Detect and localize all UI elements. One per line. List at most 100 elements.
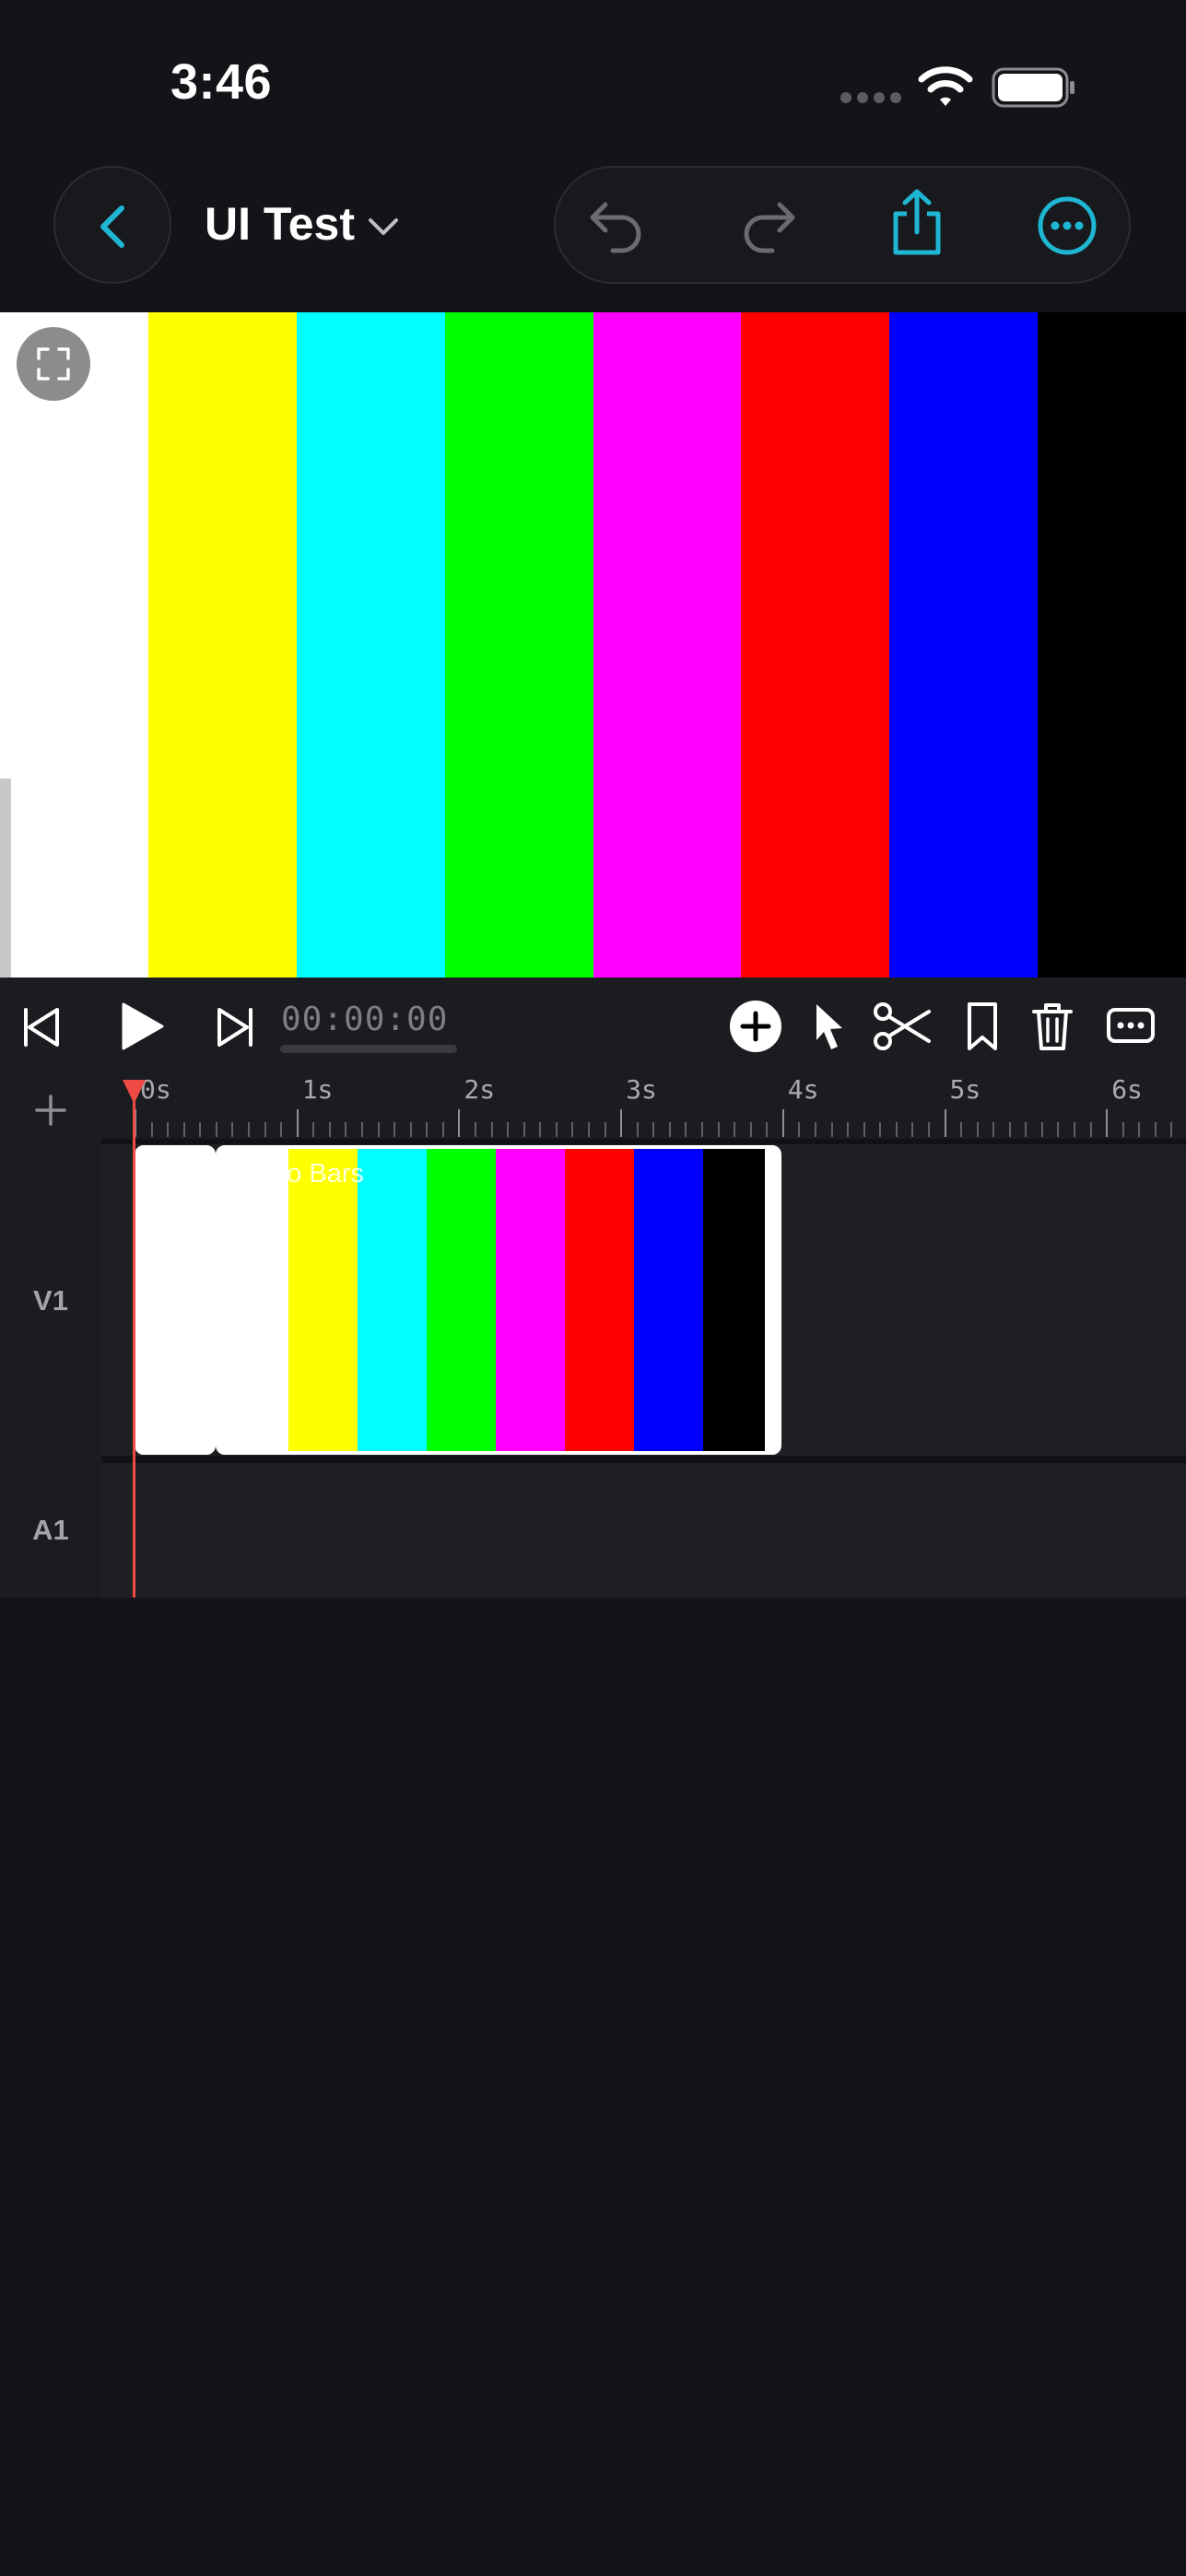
ruler-minor-tick bbox=[312, 1122, 315, 1137]
step-back-icon[interactable] bbox=[20, 1004, 66, 1050]
ruler-minor-tick bbox=[587, 1122, 590, 1137]
fullscreen-icon bbox=[37, 347, 70, 381]
ruler-minor-tick bbox=[749, 1122, 752, 1137]
playhead[interactable] bbox=[133, 1085, 135, 1598]
ruler-minor-tick bbox=[247, 1122, 250, 1137]
ruler-minor-tick bbox=[847, 1122, 850, 1137]
ruler-minor-tick bbox=[1170, 1122, 1173, 1137]
ruler-minor-tick bbox=[814, 1122, 816, 1137]
share-button[interactable] bbox=[866, 168, 968, 282]
redo-icon bbox=[744, 202, 795, 253]
ruler-minor-tick bbox=[280, 1122, 283, 1137]
ruler-minor-tick bbox=[409, 1122, 412, 1137]
ruler-minor-tick bbox=[393, 1122, 396, 1137]
chevron-left-icon bbox=[100, 205, 124, 248]
project-title[interactable]: UI Test bbox=[205, 197, 355, 251]
add-track-button[interactable] bbox=[28, 1087, 74, 1133]
back-button[interactable] bbox=[53, 166, 171, 284]
wifi-icon bbox=[918, 66, 973, 106]
redo-button[interactable] bbox=[717, 168, 818, 282]
ruler-minor-tick bbox=[231, 1122, 234, 1137]
ruler-label: 6s bbox=[1111, 1074, 1143, 1105]
audio-track-a1[interactable] bbox=[101, 1463, 1186, 1598]
video-clip[interactable] bbox=[216, 1145, 781, 1455]
color-bar bbox=[1038, 312, 1186, 978]
more-options-button[interactable] bbox=[1016, 168, 1118, 282]
ruler-minor-tick bbox=[717, 1122, 720, 1137]
undo-button[interactable] bbox=[567, 168, 668, 282]
chevron-down-icon[interactable] bbox=[365, 208, 402, 245]
ruler-minor-tick bbox=[1089, 1122, 1092, 1137]
preview-edge bbox=[0, 779, 11, 978]
ruler-minor-tick bbox=[328, 1122, 331, 1137]
timecode: 00:00:00 bbox=[281, 1001, 449, 1038]
track-label-v1: V1 bbox=[33, 1284, 68, 1317]
action-group bbox=[554, 166, 1131, 284]
ruler-major-tick bbox=[944, 1109, 946, 1137]
ruler-minor-tick bbox=[1154, 1122, 1157, 1137]
more-icon bbox=[1038, 196, 1097, 255]
ruler-minor-tick bbox=[1121, 1122, 1124, 1137]
clip-trim-handle-right[interactable] bbox=[765, 1149, 778, 1451]
ruler-minor-tick bbox=[1008, 1122, 1011, 1137]
undo-icon bbox=[590, 202, 641, 253]
ruler-minor-tick bbox=[1057, 1122, 1060, 1137]
ruler-minor-tick bbox=[1138, 1122, 1141, 1137]
ruler-minor-tick bbox=[345, 1122, 347, 1137]
trash-icon[interactable] bbox=[1030, 1001, 1074, 1052]
ruler-minor-tick bbox=[1025, 1122, 1027, 1137]
ruler-minor-tick bbox=[960, 1122, 963, 1137]
ruler-minor-tick bbox=[377, 1122, 380, 1137]
ruler-major-tick bbox=[781, 1109, 784, 1137]
add-icon[interactable] bbox=[728, 999, 783, 1054]
video-preview[interactable] bbox=[0, 312, 1186, 978]
clip-frame-bar bbox=[496, 1149, 565, 1451]
bookmark-icon[interactable] bbox=[964, 1001, 1001, 1052]
ruler-minor-tick bbox=[604, 1122, 606, 1137]
ruler-minor-tick bbox=[490, 1122, 493, 1137]
ruler-minor-tick bbox=[1040, 1122, 1043, 1137]
ruler-minor-tick bbox=[150, 1122, 153, 1137]
color-bar bbox=[147, 312, 297, 978]
share-icon bbox=[893, 189, 941, 255]
select-pointer-icon[interactable] bbox=[811, 1001, 848, 1052]
ruler-label: 2s bbox=[464, 1074, 496, 1105]
clip-title: Demo Bars bbox=[230, 1159, 365, 1188]
transport-toolbar bbox=[0, 978, 1186, 1074]
ruler-minor-tick bbox=[167, 1122, 170, 1137]
ruler-minor-tick bbox=[507, 1122, 510, 1137]
ruler-label: 4s bbox=[787, 1074, 819, 1105]
track-label-a1: A1 bbox=[32, 1514, 69, 1546]
ruler-minor-tick bbox=[474, 1122, 476, 1137]
ruler-minor-tick bbox=[426, 1122, 429, 1137]
ruler-minor-tick bbox=[863, 1122, 865, 1137]
ruler-minor-tick bbox=[798, 1122, 801, 1137]
status-time: 3:46 bbox=[170, 54, 273, 110]
playhead-handle-icon[interactable] bbox=[123, 1080, 146, 1104]
battery-icon bbox=[992, 67, 1074, 108]
fullscreen-button[interactable] bbox=[17, 327, 90, 401]
ruler-minor-tick bbox=[700, 1122, 703, 1137]
ruler-major-tick bbox=[1106, 1109, 1109, 1137]
color-bar bbox=[593, 312, 742, 978]
color-bar bbox=[444, 312, 593, 978]
ruler-minor-tick bbox=[668, 1122, 671, 1137]
clip-frame-bar bbox=[138, 1149, 212, 1451]
ruler-minor-tick bbox=[571, 1122, 574, 1137]
more-tools-icon[interactable] bbox=[1106, 1006, 1156, 1045]
play-icon[interactable] bbox=[118, 1001, 166, 1052]
step-forward-icon[interactable] bbox=[210, 1004, 256, 1050]
ruler-minor-tick bbox=[895, 1122, 898, 1137]
clip-frame-bar bbox=[565, 1149, 634, 1451]
ruler-minor-tick bbox=[976, 1122, 979, 1137]
color-bar bbox=[741, 312, 890, 978]
clip-frame-bar bbox=[703, 1149, 772, 1451]
ruler-minor-tick bbox=[830, 1122, 833, 1137]
ruler-label: 3s bbox=[626, 1074, 657, 1105]
ruler-minor-tick bbox=[1074, 1122, 1076, 1137]
ruler-minor-tick bbox=[215, 1122, 217, 1137]
video-clip-thumbnail[interactable] bbox=[135, 1145, 216, 1455]
track-divider bbox=[101, 1456, 1186, 1463]
ruler-minor-tick bbox=[992, 1122, 995, 1137]
scissors-icon[interactable] bbox=[872, 1001, 933, 1052]
